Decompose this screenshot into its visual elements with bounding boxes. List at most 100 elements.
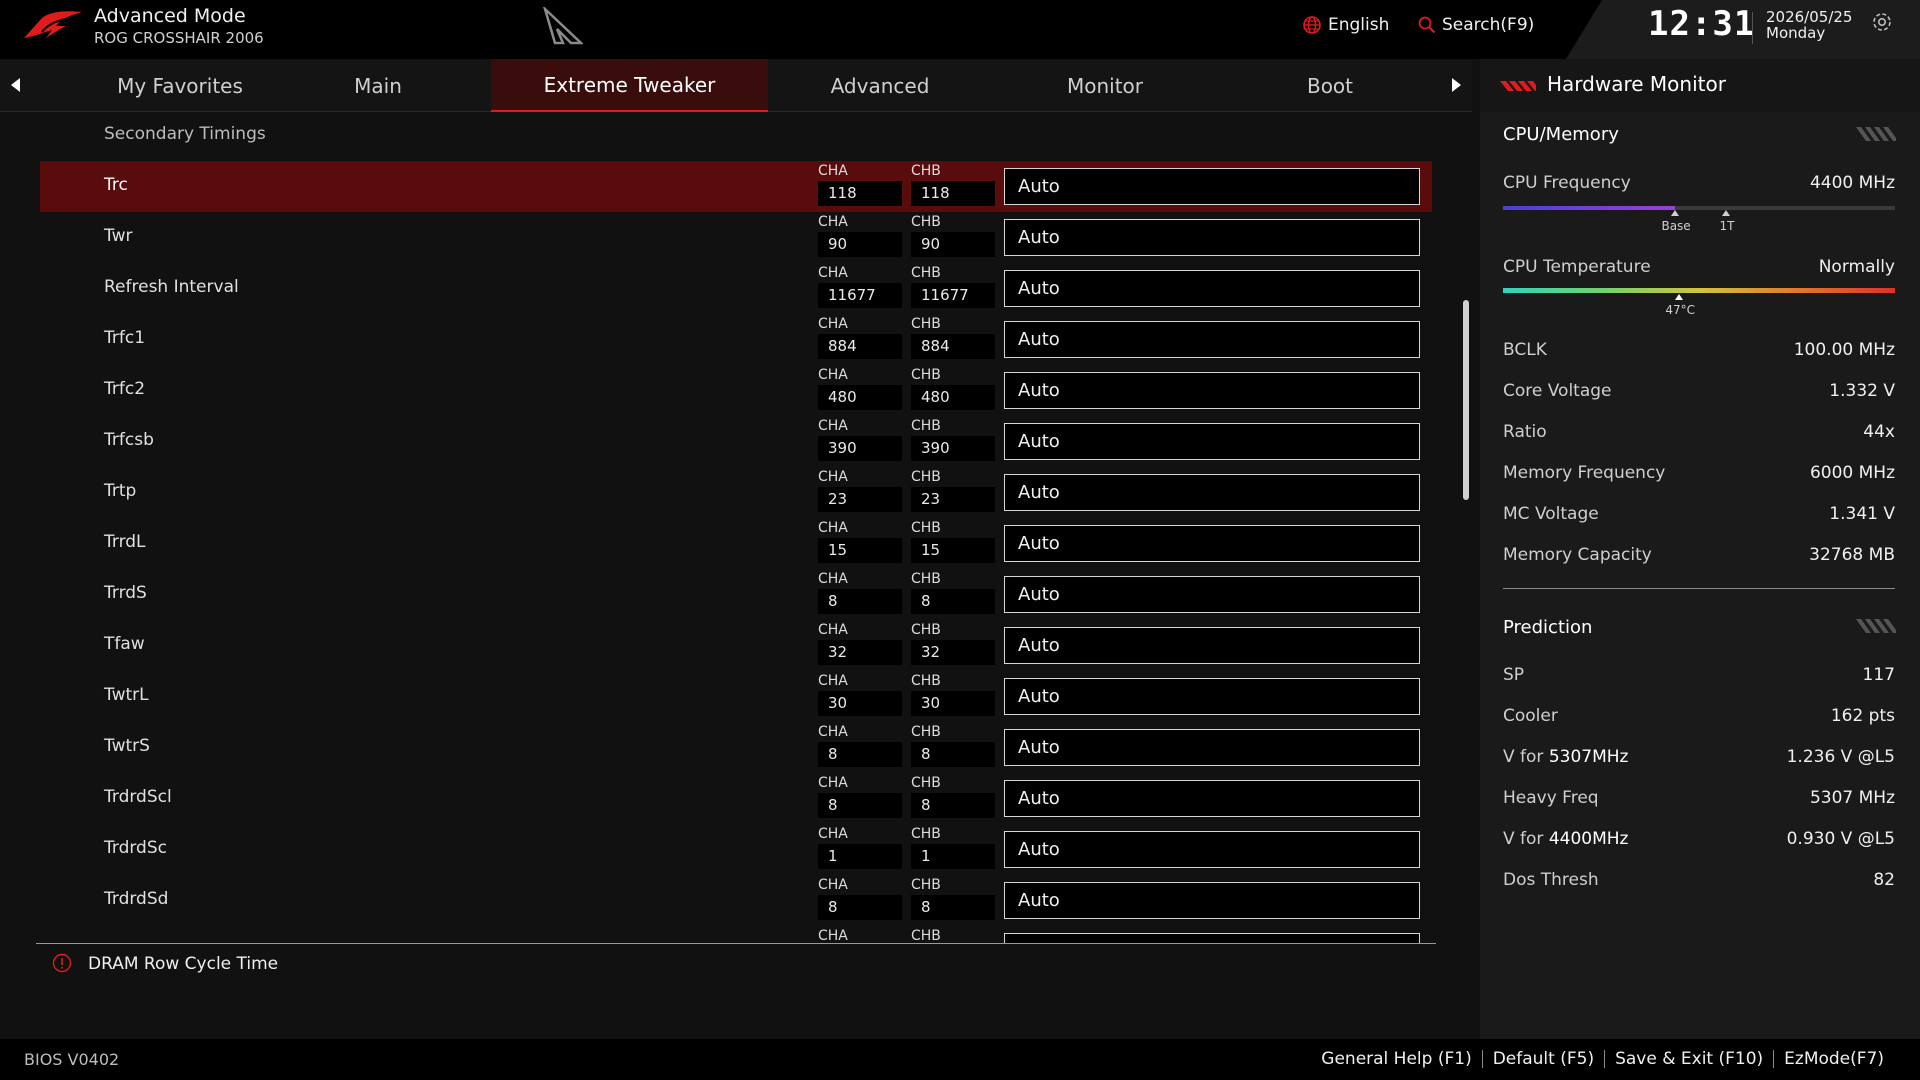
- language-label: English: [1328, 15, 1390, 35]
- prediction-label-frequency: 4400MHz: [1548, 829, 1629, 849]
- tab-extreme-tweaker[interactable]: Extreme Tweaker: [491, 59, 768, 112]
- prediction-label-text: Dos Thresh: [1503, 870, 1599, 890]
- date-block: 2026/05/25 Monday: [1766, 9, 1852, 41]
- bios-version: BIOS V0402: [24, 1050, 120, 1069]
- scrollbar-thumb[interactable]: [1463, 300, 1469, 500]
- tab-boot[interactable]: Boot: [1218, 59, 1442, 112]
- hw-item-value: 6000 MHz: [1809, 463, 1895, 483]
- channel-b-value: 118: [911, 181, 995, 206]
- channel-a-label: CHA: [818, 520, 848, 536]
- globe-icon: [1303, 16, 1321, 34]
- channel-a-label: CHA: [818, 163, 848, 179]
- setting-value-field[interactable]: Auto: [1004, 219, 1420, 256]
- channel-b-label: CHB: [911, 826, 941, 842]
- setting-label: Trfc1: [104, 328, 146, 348]
- default-button[interactable]: Default (F5): [1483, 1049, 1604, 1069]
- channel-b-label: CHB: [911, 367, 941, 383]
- setting-row-refresh-interval[interactable]: Refresh Interval CHA CHB 11677 11677 Auto: [40, 263, 1432, 314]
- help-text: DRAM Row Cycle Time: [88, 954, 279, 974]
- setting-value-field[interactable]: Auto: [1004, 372, 1420, 409]
- hw-item-mc-voltage: MC Voltage 1.341 V: [1503, 504, 1895, 526]
- tab-monitor[interactable]: Monitor: [992, 59, 1218, 112]
- setting-row-trrds[interactable]: TrrdS CHA CHB 8 8 Auto: [40, 569, 1432, 620]
- prediction-label-text: SP: [1503, 665, 1525, 685]
- hw-section-divider: [1503, 588, 1895, 589]
- language-selector[interactable]: English: [1302, 14, 1389, 36]
- setting-row-trdrdsd[interactable]: TrdrdSd CHA CHB 8 8 Auto: [40, 875, 1432, 926]
- setting-value-field[interactable]: Auto: [1004, 270, 1420, 307]
- setting-value-field[interactable]: Auto: [1004, 321, 1420, 358]
- setting-label: TrdrdScl: [104, 787, 172, 807]
- setting-value-field[interactable]: Auto: [1004, 831, 1420, 868]
- setting-value-field[interactable]: Auto: [1004, 882, 1420, 919]
- general-help-button[interactable]: General Help (F1): [1311, 1049, 1481, 1069]
- setting-row-tfaw[interactable]: Tfaw CHA CHB 32 32 Auto: [40, 620, 1432, 671]
- base-marker-icon: [1671, 210, 1680, 216]
- channel-b-label: CHB: [911, 316, 941, 332]
- save-exit-button[interactable]: Save & Exit (F10): [1605, 1049, 1773, 1069]
- channel-a-value: 1: [818, 844, 902, 869]
- setting-row-trdrdsc[interactable]: TrdrdSc CHA CHB 1 1 Auto: [40, 824, 1432, 875]
- setting-row-trdrdscl[interactable]: TrdrdScl CHA CHB 8 8 Auto: [40, 773, 1432, 824]
- setting-value-field[interactable]: Auto: [1004, 168, 1420, 205]
- setting-value-field[interactable]: Auto: [1004, 780, 1420, 817]
- 1t-marker-icon: [1722, 210, 1731, 216]
- tab-advanced[interactable]: Advanced: [768, 59, 992, 112]
- tab-scroll-right-icon[interactable]: [1446, 75, 1466, 95]
- setting-row-trrdl[interactable]: TrrdL CHA CHB 15 15 Auto: [40, 518, 1432, 569]
- setting-row-trfc1[interactable]: Trfc1 CHA CHB 884 884 Auto: [40, 314, 1432, 365]
- hw-item-label: Core Voltage: [1503, 381, 1612, 401]
- setting-row-twtrl[interactable]: TwtrL CHA CHB 30 30 Auto: [40, 671, 1432, 722]
- setting-row-twtrs[interactable]: TwtrS CHA CHB 8 8 Auto: [40, 722, 1432, 773]
- board-name: ROG CROSSHAIR 2006: [94, 29, 264, 47]
- hw-item-core-voltage: Core Voltage 1.332 V: [1503, 381, 1895, 403]
- hw-item-label: Memory Capacity: [1503, 545, 1652, 565]
- setting-value-field[interactable]: Auto: [1004, 525, 1420, 562]
- setting-label: Tfaw: [104, 634, 145, 654]
- setting-row-trfcsb[interactable]: Trfcsb CHA CHB 390 390 Auto: [40, 416, 1432, 467]
- tab-scroll-left-icon[interactable]: [6, 75, 26, 95]
- channel-b-value: 8: [911, 742, 995, 767]
- setting-row-partial: CHA CHB: [40, 926, 1432, 943]
- clock-divider: [1752, 12, 1753, 44]
- hw-item-label: BCLK: [1503, 340, 1547, 360]
- setting-label: Trc: [104, 175, 128, 195]
- setting-value-field[interactable]: Auto: [1004, 627, 1420, 664]
- channel-a-label: CHA: [818, 367, 848, 383]
- search-button[interactable]: Search(F9): [1418, 14, 1534, 36]
- temperature-marker-icon: [1675, 294, 1684, 300]
- channel-b-value: 23: [911, 487, 995, 512]
- setting-value-field[interactable]: Auto: [1004, 576, 1420, 613]
- setting-label: TrdrdSd: [104, 889, 169, 909]
- setting-row-twr[interactable]: Twr CHA CHB 90 90 Auto: [40, 212, 1432, 263]
- cpu-frequency-row: CPU Frequency 4400 MHz: [1503, 173, 1895, 195]
- prediction-item-value: 5307 MHz: [1809, 788, 1895, 808]
- setting-row-trtp[interactable]: Trtp CHA CHB 23 23 Auto: [40, 467, 1432, 518]
- bottom-bar: BIOS V0402 General Help (F1) Default (F5…: [0, 1039, 1920, 1080]
- settings-list: Secondary Timings Trc CHA CHB 118 118 Auto Twr…: [0, 112, 1472, 944]
- setting-value-field[interactable]: Auto: [1004, 729, 1420, 766]
- setting-value-field[interactable]: Auto: [1004, 474, 1420, 511]
- gear-icon[interactable]: [1870, 10, 1894, 34]
- ezmode-button[interactable]: EzMode(F7): [1774, 1049, 1894, 1069]
- setting-value-field[interactable]: Auto: [1004, 678, 1420, 715]
- hw-item-label: MC Voltage: [1503, 504, 1599, 524]
- tab-my-favorites[interactable]: My Favorites: [60, 59, 300, 112]
- tab-main[interactable]: Main: [300, 59, 456, 112]
- channel-b-label: CHB: [911, 571, 941, 587]
- 1t-marker-label: 1T: [1719, 219, 1735, 233]
- channel-b-value: 480: [911, 385, 995, 410]
- channel-a-value: 8: [818, 742, 902, 767]
- hw-item-value: 44x: [1863, 422, 1895, 442]
- prediction-item-value: 117: [1862, 665, 1895, 685]
- temperature-marker-label: 47°C: [1665, 303, 1696, 317]
- setting-value-field[interactable]: Auto: [1004, 423, 1420, 460]
- channel-a-label: CHA: [818, 826, 848, 842]
- prediction-item: Heavy Freq 5307 MHz: [1503, 788, 1895, 810]
- channel-b-value: 1: [911, 844, 995, 869]
- channel-a-label: CHA: [818, 775, 848, 791]
- channel-b-value: 8: [911, 793, 995, 818]
- setting-row-trfc2[interactable]: Trfc2 CHA CHB 480 480 Auto: [40, 365, 1432, 416]
- weekday-text: Monday: [1766, 24, 1826, 42]
- setting-row-trc[interactable]: Trc CHA CHB 118 118 Auto: [40, 161, 1432, 212]
